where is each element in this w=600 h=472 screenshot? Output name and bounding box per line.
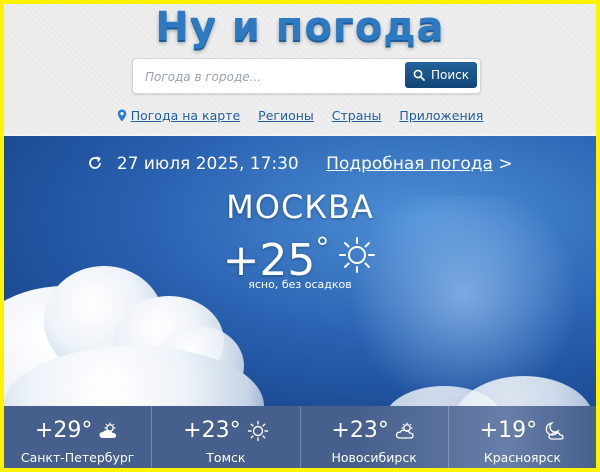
city-card[interactable]: +23° Новосибирск xyxy=(301,406,449,468)
city-name-label: Санкт-Петербург xyxy=(20,450,135,465)
current-temp-row: +25° xyxy=(4,226,596,283)
city-name: МОСКВА xyxy=(226,188,374,226)
details-link[interactable]: Подробная погода xyxy=(326,154,493,174)
city-card[interactable]: +29° Санкт-Петербург xyxy=(4,406,153,468)
update-datetime: 27 июля 2025, 17:30 xyxy=(116,154,299,174)
nav-weather-map[interactable]: Погода на карте xyxy=(117,108,240,123)
refresh-icon[interactable] xyxy=(87,155,103,171)
search-button[interactable]: Поиск xyxy=(405,62,477,88)
city-card[interactable]: +23° Томск xyxy=(152,406,301,468)
city-name-label: Новосибирск xyxy=(331,450,417,465)
cities-strip: +29° Санкт-Петербург +23° Томск +23° Нов… xyxy=(4,406,596,468)
city-temperature: +19° xyxy=(479,418,538,443)
details-arrow[interactable]: > xyxy=(498,154,512,174)
city-card[interactable]: +19° Красноярск xyxy=(449,406,596,468)
city-temperature: +23° xyxy=(331,418,389,443)
nav-countries[interactable]: Страны xyxy=(332,108,382,123)
search-icon xyxy=(413,69,425,81)
current-weather-panel: 27 июля 2025, 17:30 Подробная погода > М… xyxy=(4,136,596,406)
city-temperature: +29° xyxy=(34,418,93,443)
nav-regions[interactable]: Регионы xyxy=(258,108,314,123)
search-input[interactable] xyxy=(143,66,397,88)
header: Ну и погода Поиск Погода на карте Регион… xyxy=(4,4,596,134)
top-nav: Погода на карте Регионы Страны Приложени… xyxy=(4,108,596,123)
nav-weather-map-label: Погода на карте xyxy=(130,108,241,123)
search-button-label: Поиск xyxy=(430,68,469,82)
weather-condition: ясно, без осадков xyxy=(248,278,352,291)
search-box: Поиск xyxy=(132,58,481,94)
sun-icon xyxy=(337,235,377,275)
current-temperature: +25° xyxy=(222,231,330,286)
nav-apps[interactable]: Приложения xyxy=(399,108,483,123)
city-temperature: +23° xyxy=(183,418,241,443)
map-pin-icon xyxy=(117,109,127,122)
sun-icon xyxy=(247,420,269,442)
city-name-label: Томск xyxy=(206,450,246,465)
city-name-label: Красноярск xyxy=(483,450,561,465)
site-logo[interactable]: Ну и погода xyxy=(4,4,596,50)
update-bar: 27 июля 2025, 17:30 Подробная погода > xyxy=(4,154,596,174)
moon-cloud-icon xyxy=(543,421,565,441)
partly-cloudy-icon xyxy=(395,422,417,440)
partly-cloudy-icon xyxy=(98,422,120,440)
page-frame: Ну и погода Поиск Погода на карте Регион… xyxy=(0,0,600,472)
